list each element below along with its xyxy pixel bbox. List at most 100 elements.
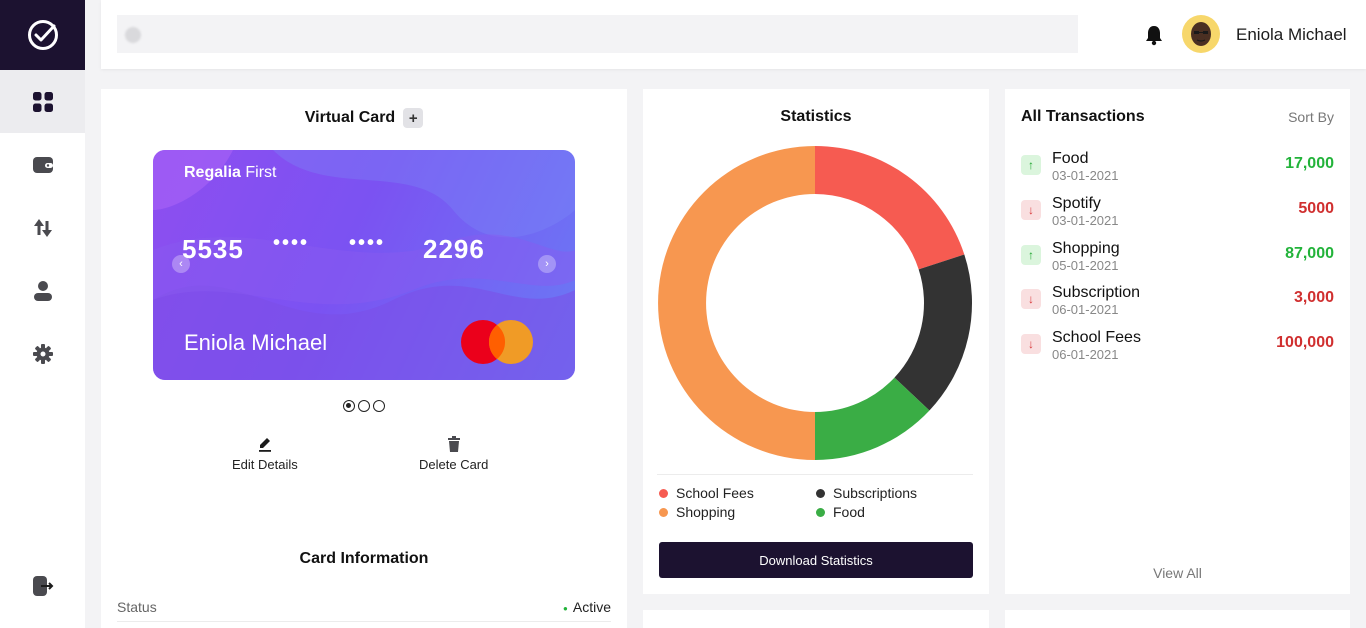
user-avatar-icon [1191,22,1211,46]
transaction-amount: 87,000 [1285,244,1334,262]
status-label: Status [117,599,157,615]
legend-dot-school-fees [659,488,668,498]
card-next-button[interactable]: › [538,255,556,273]
legend-label-shopping: Shopping [676,504,736,520]
transfer-arrows-icon [33,218,52,237]
arrow-up-icon: ↑ [1021,155,1041,175]
transactions-title: All Transactions [1021,108,1145,125]
sidebar-item-settings[interactable] [0,322,85,385]
transaction-date: 03-01-2021 [1052,168,1119,183]
transaction-name: Subscription [1052,284,1141,302]
transaction-amount: 5000 [1298,199,1334,217]
sidebar-item-transfer[interactable] [0,196,85,259]
transaction-name: Spotify [1052,194,1101,212]
transaction-date: 06-01-2021 [1052,347,1119,362]
transactions-list: ↑ Food 03-01-2021 17,000 ↓ Spotify 03-01-2… [1021,150,1334,374]
donut-slice-subscriptions [894,254,972,411]
virtual-card-panel: Virtual Card + Regalia First 5535 •••• •… [101,89,627,628]
donut-slice-shopping [658,146,815,460]
user-name[interactable]: Eniola Michael [1236,25,1347,45]
logout-icon [32,576,53,596]
legend-label-food: Food [833,504,865,520]
search-input[interactable] [117,15,1078,53]
download-statistics-button[interactable]: Download Statistics [659,542,973,578]
card-prev-button[interactable]: ‹ [172,255,190,273]
card-holder-name: Eniola Michael [184,330,328,355]
search-icon [125,27,141,43]
logout-button[interactable] [0,566,85,606]
transaction-row[interactable]: ↑ Shopping 05-01-2021 87,000 [1021,240,1334,285]
notification-button[interactable] [1144,24,1164,51]
card-bank-name-bold: Regalia [184,164,241,181]
sort-by-button[interactable]: Sort By [1288,109,1334,125]
sidebar-item-dashboard[interactable] [0,70,85,133]
check-circle-logo-icon [27,20,58,50]
pencil-icon [258,438,271,452]
card-bank-name: Regalia First [184,164,276,182]
pagination-dot-1[interactable] [343,400,355,412]
transaction-amount: 3,000 [1293,289,1334,307]
donut-slice-school-fees [815,146,965,270]
bottom-panel-right [1005,610,1350,628]
legend-item-food: Food [816,504,969,520]
transaction-row[interactable]: ↓ Subscription 06-01-2021 3,000 [1021,284,1334,329]
view-all-link[interactable]: View All [1005,565,1350,581]
trash-icon [447,436,460,452]
mastercard-logo-icon [461,320,533,364]
pagination-dot-2[interactable] [358,400,370,412]
transaction-name: School Fees [1052,329,1141,346]
bottom-panel-left [643,610,989,628]
credit-card[interactable]: Regalia First 5535 •••• •••• 2296 ‹ › En… [153,150,575,380]
statistics-title: Statistics [780,108,852,125]
card-bank-name-rest: First [240,164,277,181]
edit-details-label: Edit Details [232,457,298,472]
arrow-down-icon: ↓ [1021,334,1041,354]
statistics-donut-chart [658,146,972,460]
virtual-card-title: Virtual Card [304,109,396,126]
transactions-panel: All Transactions Sort By ↑ Food 03-01-202… [1005,89,1350,594]
transaction-amount: 17,000 [1285,155,1334,172]
card-pagination [101,400,627,412]
delete-card-label: Delete Card [419,457,489,472]
card-information-title: Card Information [299,550,429,567]
status-badge: Active [563,599,611,615]
card-number-mask-2: •••• [349,232,386,254]
transaction-row[interactable]: ↓ Spotify 03-01-2021 5000 [1021,195,1334,240]
legend-label-subscriptions: Subscriptions [833,485,918,501]
transaction-date: 05-01-2021 [1052,257,1119,273]
sidebar [0,0,85,628]
sidebar-item-wallet[interactable] [0,133,85,196]
dashboard-grid-icon [32,91,53,112]
transaction-row[interactable]: ↑ Food 03-01-2021 17,000 [1021,150,1334,195]
legend-label-school-fees: School Fees [676,485,754,501]
bell-icon [1146,26,1162,46]
transaction-amount: 100,000 [1276,334,1334,351]
transaction-date: 03-01-2021 [1052,212,1119,228]
card-number-mask-1: •••• [273,232,310,254]
arrow-up-icon: ↑ [1021,244,1041,265]
add-card-button[interactable]: + [403,108,424,128]
transaction-name: Food [1052,150,1089,167]
gear-icon [32,343,53,364]
pagination-dot-3[interactable] [373,400,385,412]
legend-dot-food [816,507,825,517]
legend-item-shopping: Shopping [659,504,816,520]
top-header: Eniola Michael [101,0,1366,69]
avatar[interactable] [1182,15,1220,53]
arrow-down-icon: ↓ [1021,289,1041,310]
edit-details-button[interactable]: Edit Details [232,435,298,472]
transaction-name: Shopping [1052,239,1120,257]
arrow-down-icon: ↓ [1021,199,1041,220]
legend-dot-subscriptions [816,488,825,498]
legend-dot-shopping [659,507,668,517]
legend-item-school-fees: School Fees [659,485,816,501]
delete-card-button[interactable]: Delete Card [419,435,488,472]
transaction-date: 06-01-2021 [1052,302,1119,318]
legend-item-subscriptions: Subscriptions [816,485,969,501]
app-logo[interactable] [0,0,85,70]
statistics-panel: Statistics School Fees Subscriptions Sho… [643,89,989,594]
sidebar-item-profile[interactable] [0,259,85,322]
card-number-first: 5535 [182,234,244,264]
transaction-row[interactable]: ↓ School Fees 06-01-2021 100,000 [1021,329,1334,374]
user-icon [33,280,52,301]
